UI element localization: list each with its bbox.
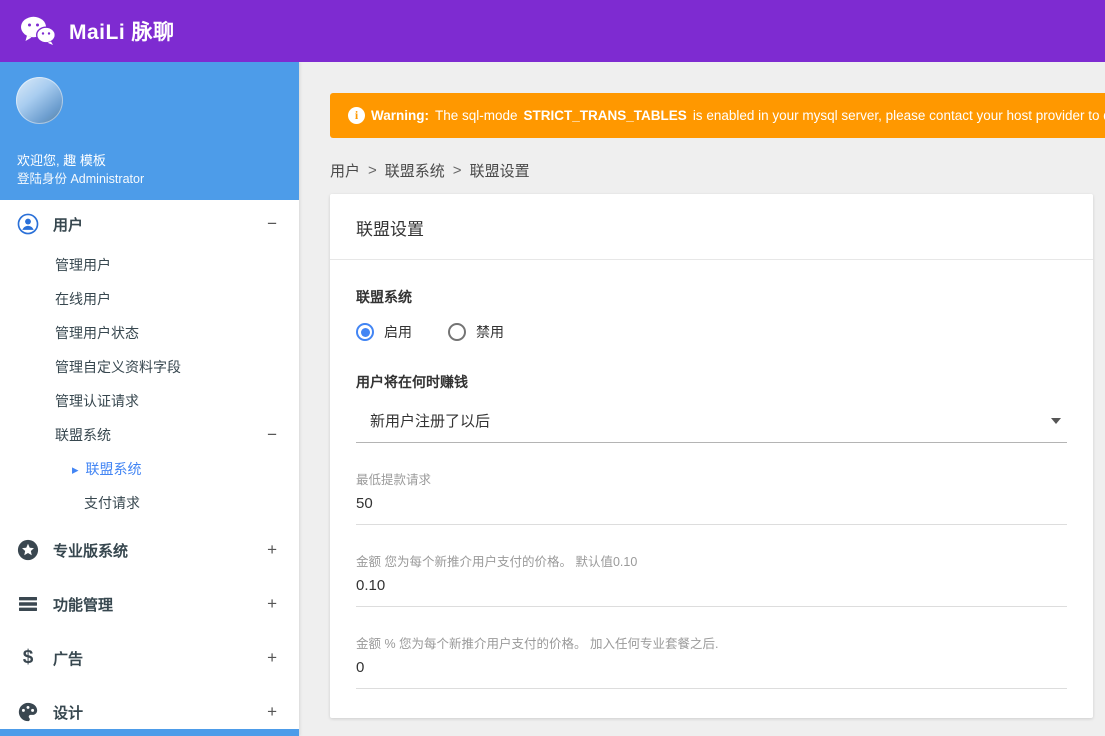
warning-text-1: The sql-mode <box>435 108 518 123</box>
sidebar-item-label: 广告 <box>53 650 84 668</box>
sidebar-item-pro-system[interactable]: 专业版系统 + <box>0 526 299 574</box>
amount-per-user-input[interactable] <box>356 570 1067 607</box>
breadcrumb-separator: > <box>452 162 462 179</box>
expand-plus-indicator: + <box>267 594 277 613</box>
sidebar-item-label: 功能管理 <box>53 596 114 614</box>
sidebar-item-label: 专业版系统 <box>53 542 129 560</box>
avatar <box>16 77 63 124</box>
warning-text-2: is enabled in your mysql server, please … <box>692 108 1105 123</box>
field-group-affiliate-system: 联盟系统 启用 禁用 <box>356 287 1067 342</box>
warning-bold-label: Warning: <box>371 108 429 123</box>
sidebar-menu: 用户 − 管理用户 在线用户 管理用户状态 管理自定义资料字段 管理认证请求 联… <box>0 200 299 736</box>
sidebar-item-label: 管理自定义资料字段 <box>55 359 181 375</box>
sidebar-item-label: 设计 <box>53 704 84 722</box>
sidebar-item-manage-users[interactable]: 管理用户 <box>0 248 299 282</box>
select-value: 新用户注册了以后 <box>370 413 491 430</box>
dollar-icon <box>16 647 40 669</box>
sidebar-item-label: 联盟系统 <box>85 461 142 477</box>
min-withdrawal-input[interactable] <box>356 488 1067 525</box>
sidebar-bottom-strip <box>0 729 299 736</box>
user-icon <box>16 213 40 235</box>
sidebar-item-payment-requests[interactable]: 支付请求 <box>0 486 299 520</box>
sidebar-item-label: 联盟系统 <box>55 427 111 443</box>
collapse-minus-indicator: − <box>267 425 277 444</box>
sidebar-item-manage-user-status[interactable]: 管理用户状态 <box>0 316 299 350</box>
palette-icon <box>16 701 40 723</box>
radio-option-enable[interactable]: 启用 <box>356 322 412 342</box>
sidebar-item-label: 支付请求 <box>84 495 140 511</box>
info-icon <box>348 107 365 124</box>
sidebar-item-manage-verification-requests[interactable]: 管理认证请求 <box>0 384 299 418</box>
sidebar-item-manage-custom-fields[interactable]: 管理自定义资料字段 <box>0 350 299 384</box>
field-label-min-withdrawal: 最低提款请求 <box>356 473 432 487</box>
expand-plus-indicator: + <box>267 540 277 559</box>
warning-sql-mode: STRICT_TRANS_TABLES <box>523 108 687 123</box>
breadcrumb-item-current: 联盟设置 <box>469 163 530 180</box>
expand-plus-indicator: + <box>267 702 277 721</box>
card-title: 联盟设置 <box>330 194 1093 260</box>
collapse-minus-indicator: − <box>267 214 277 233</box>
list-bars-icon <box>16 594 40 614</box>
breadcrumb: 用户 > 联盟系统 > 联盟设置 <box>330 160 1105 181</box>
sidebar-item-ads[interactable]: 广告 + <box>0 634 299 682</box>
role-text: 登陆身份 Administrator <box>17 172 145 186</box>
card-body: 联盟系统 启用 禁用 用户将在何时赚钱 新用户注册了以后 最低提款请求 50 金… <box>330 260 1093 718</box>
breadcrumb-separator: > <box>368 162 377 179</box>
field-label-amount-per-user: 金额 您为每个新推介用户支付的价格。 默认值0.10 <box>356 555 638 569</box>
sidebar-item-feature-management[interactable]: 功能管理 + <box>0 580 299 628</box>
sidebar-item-online-users[interactable]: 在线用户 <box>0 282 299 316</box>
warning-banner: Warning: The sql-mode STRICT_TRANS_TABLE… <box>330 93 1105 138</box>
field-group-amount-percent: 金额 % 您为每个新推介用户支付的价格。 加入任何专业套餐之后. <box>356 633 1067 689</box>
radio-checked-icon <box>356 323 374 341</box>
sidebar-item-label: 用户 <box>53 216 84 234</box>
welcome-text: 欢迎您, 趣 模板 <box>17 153 106 168</box>
caret-right-icon <box>72 461 79 478</box>
earn-when-select[interactable]: 新用户注册了以后 <box>356 402 1067 443</box>
field-group-amount-per-user: 金额 您为每个新推介用户支付的价格。 默认值0.10 <box>356 551 1067 607</box>
field-group-earn-when: 用户将在何时赚钱 新用户注册了以后 <box>356 372 1067 443</box>
sidebar-item-users[interactable]: 用户 − <box>0 200 299 248</box>
radio-option-disable[interactable]: 禁用 <box>448 322 504 342</box>
star-badge-icon <box>16 539 40 561</box>
chevron-down-icon <box>1051 417 1061 424</box>
field-label-affiliate-system: 联盟系统 <box>356 289 412 305</box>
sidebar-item-label: 在线用户 <box>55 291 111 307</box>
wechat-logo-icon <box>20 16 56 46</box>
field-label-earn-when: 用户将在何时赚钱 <box>356 374 468 390</box>
field-group-min-withdrawal: 最低提款请求 <box>356 469 1067 525</box>
main-content: Warning: The sql-mode STRICT_TRANS_TABLE… <box>299 62 1105 736</box>
expand-plus-indicator: + <box>267 648 277 667</box>
topbar: MaiLi 脉聊 <box>0 0 1105 62</box>
sidebar-item-affiliates-settings-active[interactable]: 联盟系统 <box>0 452 299 486</box>
field-label-amount-percent: 金额 % 您为每个新推介用户支付的价格。 加入任何专业套餐之后. <box>356 637 719 651</box>
breadcrumb-item-users[interactable]: 用户 <box>330 160 360 181</box>
sidebar-item-label: 管理用户状态 <box>55 325 139 341</box>
welcome-block: 欢迎您, 趣 模板 登陆身份 Administrator <box>17 151 144 189</box>
sidebar-user-panel: 欢迎您, 趣 模板 登陆身份 Administrator <box>0 62 299 200</box>
amount-percent-input[interactable] <box>356 652 1067 689</box>
radio-label-disable: 禁用 <box>476 324 504 340</box>
affiliate-system-radio-group: 启用 禁用 <box>356 322 1067 342</box>
sidebar-item-label: 管理用户 <box>55 257 111 273</box>
radio-unchecked-icon <box>448 323 466 341</box>
sidebar-item-label: 管理认证请求 <box>55 393 139 409</box>
brand-title: MaiLi 脉聊 <box>69 21 175 44</box>
sidebar: 欢迎您, 趣 模板 登陆身份 Administrator 用户 − 管理用户 在… <box>0 62 299 736</box>
affiliate-settings-card: 联盟设置 联盟系统 启用 禁用 用户将在何时赚钱 新用户注册了以后 最低提款请求… <box>330 194 1093 718</box>
sidebar-item-affiliates[interactable]: 联盟系统 − <box>0 418 299 452</box>
breadcrumb-item-affiliates[interactable]: 联盟系统 <box>385 160 445 181</box>
radio-label-enable: 启用 <box>384 324 412 340</box>
